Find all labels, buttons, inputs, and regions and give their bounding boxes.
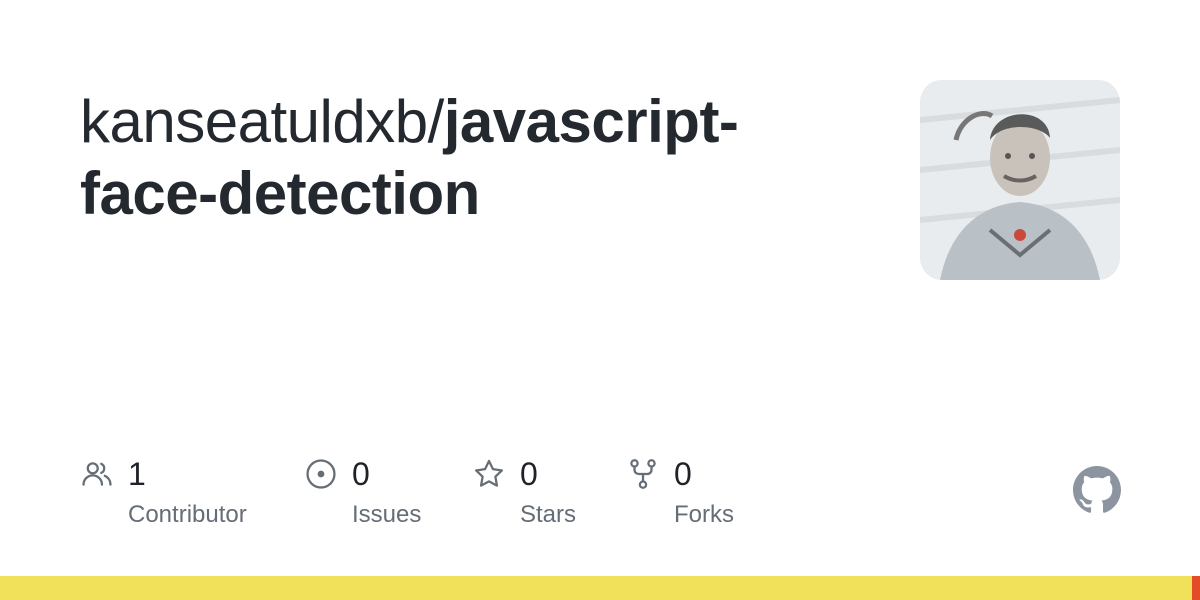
issue-opened-icon xyxy=(304,457,338,491)
star-icon xyxy=(472,457,506,491)
forks-label: Forks xyxy=(674,501,734,528)
stars-count: 0 xyxy=(520,456,538,492)
avatar-image xyxy=(920,80,1120,280)
contributors-label: Contributor xyxy=(128,501,247,528)
language-bar-segment xyxy=(1191,576,1200,600)
language-bar xyxy=(0,576,1200,600)
repo-title[interactable]: kanseatuldxb/javascript-face-detection xyxy=(80,86,860,230)
people-icon xyxy=(80,457,114,491)
language-bar-segment xyxy=(0,576,1192,600)
forks-count: 0 xyxy=(674,456,692,492)
owner-avatar[interactable] xyxy=(920,80,1120,280)
repo-forked-icon xyxy=(626,457,660,491)
contributors-count: 1 xyxy=(128,456,146,492)
stars-label: Stars xyxy=(520,501,577,528)
repo-owner[interactable]: kanseatuldxb/ xyxy=(80,88,444,155)
issues-label: Issues xyxy=(352,501,422,528)
repo-social-card: kanseatuldxb/javascript-face-detection 1… xyxy=(0,0,1200,600)
github-logo-icon[interactable] xyxy=(1073,466,1121,514)
issues-count: 0 xyxy=(352,456,370,492)
